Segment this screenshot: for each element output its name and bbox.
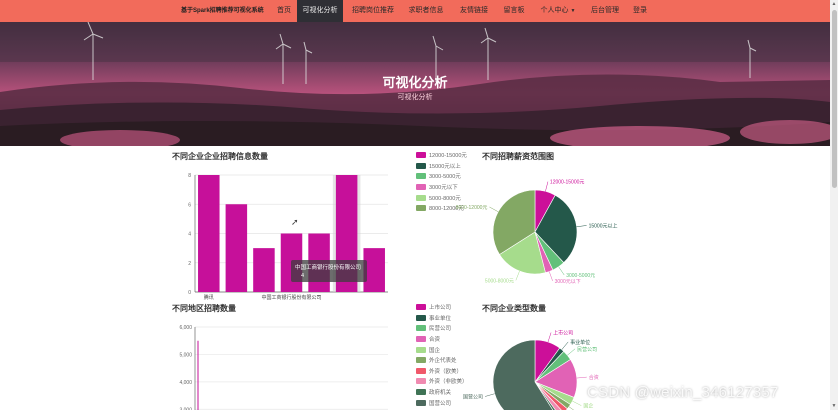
scroll-thumb[interactable] (832, 10, 837, 188)
legend-swatch (416, 357, 426, 363)
nav-item-login[interactable]: 登录 (630, 0, 650, 22)
salary-range-chart: 12000-15000元15000元以上3000-5000元3000元以下500… (440, 170, 640, 300)
y-tick-label: 4,000 (179, 380, 192, 386)
chevron-down-icon: ▼ (571, 8, 576, 14)
pie-label: 国营公司 (463, 394, 483, 401)
legend-swatch (416, 400, 426, 406)
tooltip-value: 4 (295, 273, 363, 279)
hero-banner: 可视化分析 可视化分析 (0, 22, 830, 146)
legend-label: 事业单位 (429, 314, 451, 322)
company-type-legend-item[interactable]: 上市公司 (416, 302, 468, 313)
pie-label-line (545, 182, 547, 192)
legend-swatch (416, 173, 426, 179)
pie-label: 上市公司 (553, 330, 573, 337)
pie-label: 12000-15000元 (550, 180, 584, 186)
pie-label-line (549, 272, 552, 281)
y-tick-label: 8 (188, 173, 191, 179)
x-tick-label: 腾讯 (204, 294, 214, 301)
y-tick-label: 6,000 (179, 325, 192, 331)
pie-label: 5000-8000元 (485, 278, 514, 284)
legend-swatch (416, 152, 426, 158)
company-type-chart: 上市公司事业单位民营公司合资国企外企代表处外资（欧美）外资（非欧美）政府机关国营… (440, 322, 640, 415)
mouse-cursor-icon: ➚ (291, 217, 299, 228)
pie-label: 民营公司 (577, 346, 597, 353)
hero-title: 可视化分析 (0, 72, 830, 91)
legend-swatch (416, 184, 426, 190)
legend-swatch (416, 315, 426, 321)
nav-item-admin[interactable]: 后台管理 (588, 0, 622, 22)
legend-swatch (416, 195, 426, 201)
scroll-up-icon[interactable]: ▲ (831, 0, 837, 8)
company-jobs-chart: 0 2 4 6 8 腾讯 中国工商银行股份有限公司 (170, 162, 390, 307)
pie-label: 15000元以上 (589, 222, 618, 229)
pie-label: 8000-12000元 (456, 205, 488, 211)
page-scrollbar[interactable]: ▲ ▼ (830, 0, 838, 410)
nav-item-message-board[interactable]: 留言板 (500, 0, 528, 22)
pie-label-line (562, 342, 568, 350)
pie-label-line (489, 207, 498, 212)
company-jobs-title: 不同企业企业招聘信息数量 (172, 151, 268, 162)
site-brand[interactable]: 基于Spark招聘推荐可视化系统 (181, 0, 264, 22)
tooltip-name: 中国工商银行股份有限公司 (295, 263, 363, 271)
legend-swatch (416, 304, 426, 310)
y-tick-label: 5,000 (179, 352, 192, 358)
salary-legend-item[interactable]: 12000-15000元 (416, 150, 467, 161)
top-nav: 基于Spark招聘推荐可视化系统 首页 可视化分析 招聘岗位推荐 求职者信息 友… (0, 0, 830, 22)
nav-item-links[interactable]: 友情链接 (455, 0, 493, 22)
legend-swatch (416, 325, 426, 331)
pie-label-line (572, 401, 581, 406)
nav-item-personal-center[interactable]: 个人中心▼ (536, 0, 580, 22)
legend-label: 15000元以上 (429, 162, 461, 170)
bar (198, 175, 220, 292)
hero-breadcrumb[interactable]: 可视化分析 (0, 92, 830, 102)
nav-item-jobseekers[interactable]: 求职者信息 (405, 0, 447, 22)
bar (253, 248, 275, 292)
csdn-watermark: CSDN @weixin_346127357 (587, 384, 778, 401)
nav-item-visual-analysis[interactable]: 可视化分析 (297, 0, 343, 22)
y-tick-label: 6 (188, 202, 191, 208)
pie-label: 国企 (583, 403, 593, 410)
legend-swatch (416, 163, 426, 169)
legend-swatch (416, 368, 426, 374)
region-jobs-title: 不同地区招聘数量 (172, 303, 236, 314)
pie-label: 合资 (589, 374, 599, 381)
region-line-svg: 3,0004,0005,0006,000 (170, 318, 390, 410)
nav-item-job-recommend[interactable]: 招聘岗位推荐 (349, 0, 397, 22)
company-type-title: 不同企业类型数量 (482, 303, 546, 314)
salary-range-title: 不同招聘薪资范围图 (482, 151, 554, 162)
region-jobs-chart: 3,0004,0005,0006,000 (170, 318, 390, 415)
pie-label-line (516, 271, 520, 280)
bar (226, 204, 248, 292)
legend-label: 合资 (429, 335, 440, 343)
legend-label: 上市公司 (429, 303, 451, 311)
nav-item-personal-center-label: 个人中心 (541, 7, 569, 14)
pie-label-line (567, 349, 575, 355)
pie-label: 事业单位 (570, 339, 590, 346)
pie-label-line (559, 267, 565, 275)
scroll-down-icon[interactable]: ▼ (831, 402, 837, 410)
legend-swatch (416, 347, 426, 353)
nav-item-home[interactable]: 首页 (271, 0, 297, 22)
legend-label: 国企 (429, 346, 440, 354)
y-tick-label: 0 (188, 290, 191, 296)
x-tick-label: 中国工商银行股份有限公司 (261, 294, 321, 301)
legend-swatch (416, 205, 426, 211)
y-tick-label: 2 (188, 261, 191, 267)
pie-label: 3000元以下 (555, 279, 581, 285)
legend-swatch (416, 336, 426, 342)
pie-label-line (548, 333, 551, 343)
pie-label-line (577, 225, 587, 226)
pie-label-line (577, 377, 587, 378)
salary-pie-svg: 12000-15000元15000元以上3000-5000元3000元以下500… (440, 170, 640, 295)
legend-swatch (416, 378, 426, 384)
chart-tooltip: 中国工商银行股份有限公司 4 (291, 260, 367, 282)
y-tick-label: 4 (188, 232, 191, 238)
legend-swatch (416, 389, 426, 395)
legend-label: 12000-15000元 (429, 151, 467, 159)
pie-label-line (485, 394, 495, 397)
